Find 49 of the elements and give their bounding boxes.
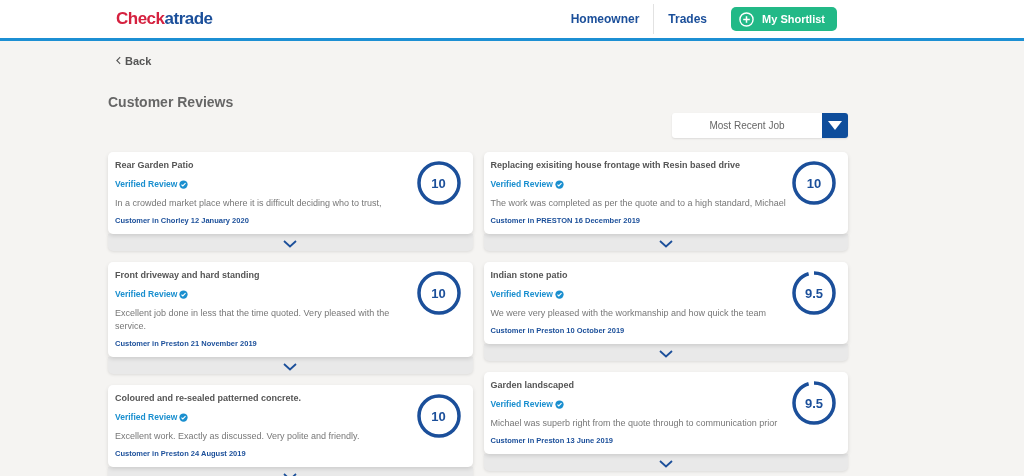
review-title: Indian stone patio: [490, 269, 569, 281]
verified-label: Verified Review: [115, 179, 178, 190]
nav-link[interactable]: Trades: [654, 12, 722, 26]
expand-toggle[interactable]: [108, 234, 473, 251]
review-text: Excellent work. Exactly as discussed. Very polite and friendly.: [115, 430, 361, 443]
verified-check-icon: [554, 290, 564, 299]
back-link[interactable]: Back: [116, 54, 152, 67]
review-title: Replacing exisiting house frontage with Resin based drive: [490, 159, 742, 171]
review-score: 9.5: [804, 395, 824, 411]
chevron-down-icon: [283, 240, 298, 248]
review-score: 10: [806, 175, 822, 191]
verified-check-icon: [179, 180, 189, 189]
verified-check-icon: [554, 400, 564, 409]
verified-check-icon: [554, 180, 564, 189]
nav-link[interactable]: Homeowner: [556, 12, 654, 26]
page-title: Customer Reviews: [108, 94, 235, 110]
chevron-down-icon: [658, 460, 673, 468]
review-text: In a crowded market place where it is difficult deciding who to trust,: [115, 197, 383, 210]
expand-toggle[interactable]: [483, 344, 848, 361]
verified-check-icon: [179, 290, 189, 299]
expand-toggle[interactable]: [483, 234, 848, 251]
review-text: Michael was superb right from the quote through to communication prior: [490, 417, 779, 430]
verified-label: Verified Review: [490, 179, 553, 190]
sort-dropdown[interactable]: Most Recent Job: [672, 113, 848, 138]
review-title: Rear Garden Patio: [115, 159, 195, 171]
brand-logo[interactable]: Checkatrade: [116, 9, 213, 29]
verified-check-icon: [179, 413, 189, 422]
review-score: 9.5: [804, 285, 824, 301]
caret-icon: [828, 121, 842, 130]
review-title: Coloured and re-sealed patterned concrete.: [115, 392, 303, 404]
verified-label: Verified Review: [490, 399, 553, 410]
review-score: 10: [431, 285, 446, 301]
review-title: Front driveway and hard standing: [115, 269, 261, 281]
chevron-down-icon: [658, 240, 673, 248]
verified-label: Verified Review: [490, 289, 553, 300]
review-score: 10: [431, 408, 446, 424]
chevron-left-icon: [116, 56, 121, 65]
expand-toggle[interactable]: [483, 454, 848, 471]
chevron-down-icon: [658, 350, 673, 358]
verified-label: Verified Review: [115, 412, 178, 423]
verified-label: Verified Review: [115, 289, 178, 300]
expand-toggle[interactable]: [108, 357, 473, 374]
review-text: The work was completed as per the quote and to a high standard, Michael: [490, 197, 787, 210]
review-text: Excellent job done in less that the time quoted. Very pleased with the service.: [115, 307, 391, 333]
review-title: Garden landscaped: [490, 379, 576, 391]
review-score: 10: [431, 175, 446, 191]
review-text: We were very pleased with the workmanship and how quick the team: [490, 307, 767, 320]
chevron-down-icon: [283, 363, 298, 371]
plus-circle-icon: [739, 11, 755, 27]
